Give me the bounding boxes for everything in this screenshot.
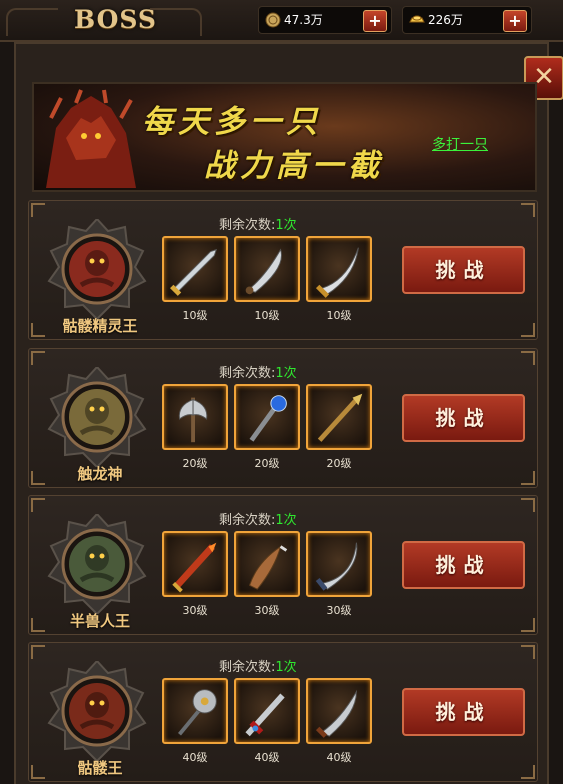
promo-banner: 每天多一只 战力高一截 多打一只 — [32, 82, 537, 192]
boss-name: 骷髅精灵王 — [62, 317, 138, 335]
remaining-label: 剩余次数: — [219, 218, 276, 233]
title-ornament-left — [6, 8, 58, 36]
boss-portrait-icon[interactable] — [47, 661, 147, 761]
row-corner-ornament — [521, 323, 535, 337]
boss-row: 骷髅王 剩余次数:1次 40级 40级 40级 挑战 — [28, 642, 538, 782]
dagger-icon — [170, 248, 218, 296]
reward-level: 20级 — [254, 457, 280, 470]
remaining-attempts: 剩余次数:1次 — [219, 362, 297, 381]
row-corner-ornament — [521, 618, 535, 632]
curved-sword-icon — [315, 247, 359, 298]
machete-icon — [315, 689, 357, 738]
reward-level: 40级 — [326, 751, 352, 764]
banner-slogan-line2: 战力高一截 — [204, 148, 384, 184]
row-corner-ornament — [521, 351, 535, 365]
row-corner-ornament — [31, 645, 45, 659]
boss-name: 骷髅王 — [77, 759, 123, 777]
row-corner-ornament — [31, 498, 45, 512]
remaining-count: 1次 — [275, 218, 297, 233]
reward-slot[interactable] — [234, 384, 300, 450]
challenge-button[interactable]: 挑战 — [402, 246, 525, 294]
add-coins-button[interactable]: + — [363, 10, 387, 32]
coin-balance: 47.3万 + — [258, 6, 392, 34]
boss-row: 触龙神 剩余次数:1次 20级 20级 20级 挑战 — [28, 348, 538, 488]
boss-portrait-icon[interactable] — [47, 367, 147, 467]
coin-value: 47.3万 — [284, 13, 323, 27]
reward-level: 20级 — [182, 457, 208, 470]
extra-boss-link[interactable]: 多打一只 — [432, 134, 488, 154]
scimitar-icon — [315, 542, 358, 591]
remaining-label: 剩余次数: — [219, 660, 276, 675]
top-bar: BOSS 47.3万 + 226万 + — [0, 0, 563, 42]
row-corner-ornament — [521, 498, 535, 512]
title-ornament-right — [150, 8, 202, 36]
remaining-attempts: 剩余次数:1次 — [219, 214, 297, 233]
challenge-button[interactable]: 挑战 — [402, 394, 525, 442]
boss-portrait-icon[interactable] — [47, 219, 147, 319]
reward-level: 40级 — [254, 751, 280, 764]
boss-art-icon — [46, 89, 136, 188]
reward-slot[interactable] — [306, 384, 372, 450]
remaining-count: 1次 — [275, 366, 297, 381]
reward-slot[interactable] — [306, 678, 372, 744]
reward-slot[interactable] — [234, 531, 300, 597]
blade-icon — [248, 545, 288, 590]
reward-slot[interactable] — [306, 531, 372, 597]
remaining-count: 1次 — [275, 513, 297, 528]
remaining-count: 1次 — [275, 660, 297, 675]
challenge-button[interactable]: 挑战 — [402, 688, 525, 736]
jeweled-sword-icon — [245, 693, 285, 737]
battle-axe-icon — [178, 689, 217, 736]
page-title: BOSS — [74, 5, 157, 34]
gold-balance: 226万 + — [402, 6, 532, 34]
banner-slogan-line1: 每天多一只 — [142, 104, 322, 140]
row-corner-ornament — [521, 471, 535, 485]
row-corner-ornament — [521, 203, 535, 217]
row-corner-ornament — [521, 765, 535, 779]
reward-level: 30级 — [326, 604, 352, 617]
boss-row: 半兽人王 剩余次数:1次 30级 30级 30级 挑战 — [28, 495, 538, 635]
staff-icon — [249, 395, 287, 442]
reward-slot[interactable] — [162, 678, 228, 744]
reward-level: 10级 — [254, 309, 280, 322]
boss-portrait-icon[interactable] — [47, 514, 147, 614]
reward-slot[interactable] — [162, 384, 228, 450]
reward-slot[interactable] — [162, 236, 228, 302]
curved-dagger-icon — [245, 248, 282, 295]
remaining-label: 剩余次数: — [219, 366, 276, 381]
row-corner-ornament — [31, 203, 45, 217]
spear-icon — [317, 393, 363, 442]
remaining-attempts: 剩余次数:1次 — [219, 509, 297, 528]
reward-level: 30级 — [182, 604, 208, 617]
boss-name: 触龙神 — [77, 465, 123, 483]
reward-slot[interactable] — [306, 236, 372, 302]
challenge-button[interactable]: 挑战 — [402, 541, 525, 589]
reward-level: 10级 — [182, 309, 208, 322]
reward-slot[interactable] — [234, 236, 300, 302]
gold-ingot-icon — [409, 15, 425, 23]
fire-sword-icon — [172, 542, 217, 593]
gold-value: 226万 — [428, 13, 463, 27]
reward-slot[interactable] — [162, 531, 228, 597]
remaining-label: 剩余次数: — [219, 513, 276, 528]
coin-icon — [265, 12, 281, 28]
remaining-attempts: 剩余次数:1次 — [219, 656, 297, 675]
reward-level: 40级 — [182, 751, 208, 764]
reward-slot[interactable] — [234, 678, 300, 744]
row-corner-ornament — [31, 351, 45, 365]
reward-level: 20级 — [326, 457, 352, 470]
reward-level: 10级 — [326, 309, 352, 322]
boss-name: 半兽人王 — [69, 612, 130, 630]
reward-level: 30级 — [254, 604, 280, 617]
double-axe-icon — [178, 397, 208, 443]
row-corner-ornament — [521, 645, 535, 659]
boss-row: 骷髅精灵王 剩余次数:1次 10级 10级 10级 挑战 — [28, 200, 538, 340]
add-gold-button[interactable]: + — [503, 10, 527, 32]
